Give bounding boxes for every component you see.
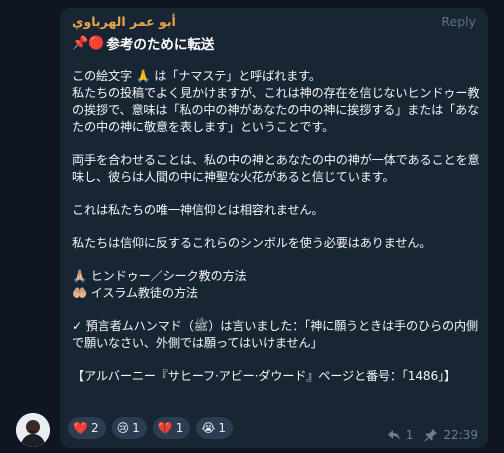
message-line: 【アルバーニー『サヒーフ·アビー·ダウード』ページと番号：「1486」】 <box>72 369 456 383</box>
message-line: 両手を合わせることは、私の中の神とあなたの中の神が一体であることを意味し、彼らは… <box>72 153 480 184</box>
message-body: この絵文字 🙏 は「ナマステ」と呼ばれます。私たちの投稿でよく見かけますが、これ… <box>72 68 482 385</box>
reaction-emoji-icon: ❤️ <box>73 421 88 435</box>
reaction-emoji-icon: 💔 <box>157 421 173 435</box>
message-line: これは私たちの唯一神信仰とは相容れません。 <box>72 203 324 217</box>
reply-button[interactable]: Reply <box>441 14 476 29</box>
pin-and-red-circle-icon: 📌🔴 <box>72 35 105 51</box>
reaction-chip[interactable]: ❤️ 2 <box>68 417 106 439</box>
message-title: 📌🔴 参考のために転送 <box>72 33 215 54</box>
replies-count: 1 <box>405 428 414 442</box>
message-line: 🤲🏼 イスラム教徒の方法 <box>72 286 198 300</box>
reaction-count: 1 <box>175 421 184 435</box>
pin-icon[interactable] <box>424 428 438 442</box>
reaction-emoji-icon: 😭 <box>201 421 216 435</box>
message-line: この絵文字 🙏 は「ナマステ」と呼ばれます。 <box>72 69 321 83</box>
reaction-count: 1 <box>132 421 140 435</box>
message-line: ✓ 預言者ムハンマド（ﷺ）は言いました：「神に願うときは手のひらの内側で願いなさ… <box>72 319 478 350</box>
title-text: 参考のために転送 <box>106 37 215 53</box>
reaction-count: 2 <box>90 421 99 435</box>
message-line: 私たちは信仰に反するこれらのシンボルを使う必要はありません。 <box>72 236 432 250</box>
reaction-chip[interactable]: 😢 1 <box>111 417 147 439</box>
reaction-chip[interactable]: 💔 1 <box>152 417 191 439</box>
message-meta: 1 22:39 <box>387 428 478 442</box>
message-line: 🙏🏼 ヒンドゥー／シーク教の方法 <box>72 269 247 283</box>
reactions-bar: ❤️ 2 😢 1 💔 1 😭 1 <box>68 417 234 439</box>
reaction-chip[interactable]: 😭 1 <box>196 417 234 439</box>
reaction-emoji-icon: 😢 <box>116 421 130 435</box>
message-bubble[interactable]: أبو عمر الهرباوي Reply 📌🔴 参考のために転送 この絵文字… <box>60 8 488 448</box>
avatar[interactable] <box>16 413 50 447</box>
avatar-image <box>16 413 50 447</box>
message-line: 私たちの投稿でよく見かけますが、これは神の存在を信じないヒンドゥー教の挨拶で、意… <box>72 86 480 134</box>
reply-arrow-icon[interactable] <box>387 429 401 441</box>
message-time: 22:39 <box>443 428 478 442</box>
reaction-count: 1 <box>218 421 227 435</box>
sender-name[interactable]: أبو عمر الهرباوي <box>72 14 176 29</box>
